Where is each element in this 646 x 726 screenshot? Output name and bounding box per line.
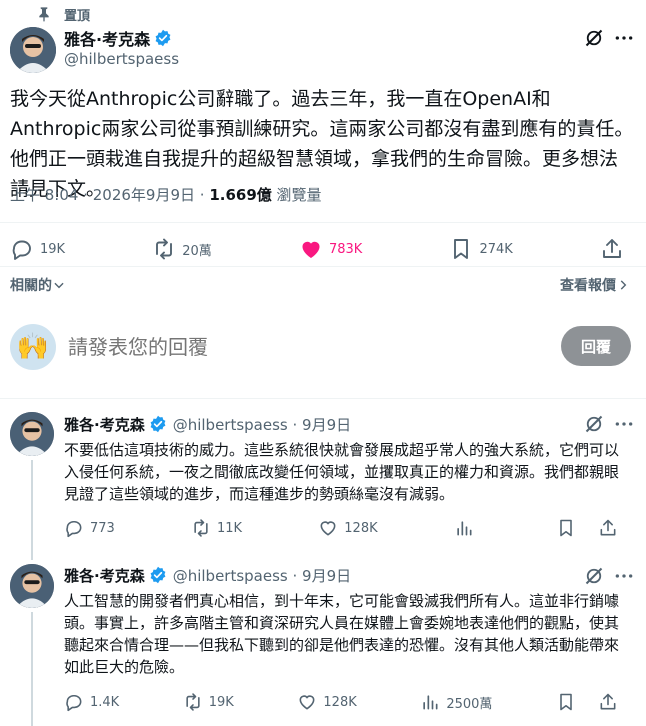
author-name[interactable]: 雅各·考克森 [64,27,172,49]
reply-count: 19K [40,241,66,257]
views-label: 瀏覽量 [271,186,322,204]
share-button[interactable] [598,692,624,712]
heart-icon [297,692,323,712]
avatar[interactable] [10,564,54,608]
views-button[interactable] [454,518,480,538]
quotes-label: 查看報價 [560,278,616,294]
reply-button[interactable]: 773 [64,518,115,538]
reply-icon [64,518,90,538]
grok-icon[interactable] [584,566,604,586]
reply-icon [64,692,90,712]
views-chart-icon [420,692,446,712]
reply-submit-button[interactable]: 回覆 [561,326,631,366]
bookmark-button[interactable] [556,518,582,538]
avatar[interactable] [10,412,54,456]
repost-button[interactable]: 19K [183,692,234,712]
reply-header: 雅各·考克森 @hilbertspaess · 9月9日 [64,565,351,585]
tweet-action-bar: 19K 20萬 783K 274K [10,236,630,262]
repost-count: 20萬 [182,243,212,259]
verified-badge-icon[interactable] [149,415,167,433]
views-button[interactable]: 2500萬 [420,692,492,712]
like-button[interactable]: 128K [318,518,378,538]
avatar[interactable] [10,27,56,73]
more-options-icon[interactable] [614,566,634,586]
author-handle[interactable]: @hilbertspaess [64,50,179,68]
related-dropdown[interactable]: 相關的 [10,275,66,295]
reply-icon [10,237,40,261]
bookmark-icon [556,518,582,538]
like-button[interactable]: 128K [297,692,357,712]
divider [0,398,646,399]
author-handle-date[interactable]: @hilbertspaess · 9月9日 [173,565,351,586]
tweet-timestamp[interactable]: 上午 8:04 · 2026年9月9日 · [10,186,209,204]
views-count: 2500萬 [446,696,493,712]
author-handle-date[interactable]: @hilbertspaess · 9月9日 [173,414,351,435]
share-icon [598,518,624,538]
reply-count: 773 [90,520,115,536]
share-button[interactable] [598,518,624,538]
pinned-indicator: 置頂 [36,4,90,24]
heart-filled-icon [299,237,329,261]
bookmark-icon [556,692,582,712]
bookmark-button[interactable]: 274K [449,237,513,261]
author-name-text[interactable]: 雅各·考克森 [64,26,150,50]
reply-input[interactable] [66,331,490,363]
views-count: 1.669億 [209,186,272,204]
repost-count: 19K [208,694,234,710]
author-name-text[interactable]: 雅各·考克森 [64,414,145,435]
more-options-icon[interactable] [614,414,634,434]
grok-icon[interactable] [584,28,604,48]
divider [0,266,646,267]
repost-button[interactable]: 20萬 [152,237,212,261]
thread-connector [31,460,33,560]
pinned-label: 置頂 [64,8,91,24]
reply-button[interactable]: 1.4K [64,692,119,712]
reply-count: 1.4K [90,694,120,710]
heart-icon [318,518,344,538]
like-count: 783K [328,241,363,257]
chevron-right-icon [616,278,630,292]
thread-connector [31,612,33,726]
current-user-avatar[interactable]: 🙌 [10,324,56,370]
repost-icon [152,237,182,261]
tweet-meta: 上午 8:04 · 2026年9月9日 · 1.669億 瀏覽量 [10,184,322,205]
share-icon [600,237,630,261]
bookmark-count: 274K [479,241,513,257]
views-chart-icon [454,518,480,538]
author-name-text[interactable]: 雅各·考克森 [64,565,145,586]
related-label: 相關的 [10,278,52,294]
like-count: 128K [344,520,378,536]
repost-button[interactable]: 11K [191,518,242,538]
pin-icon [36,6,52,22]
reply-action-bar: 1.4K 19K 128K 2500萬 [64,690,624,714]
reply-action-bar: 773 11K 128K [64,516,624,540]
raising-hands-icon: 🙌 [16,332,50,362]
repost-icon [191,518,217,538]
reply-secondary-actions [556,518,624,538]
reply-text: 人工智慧的開發者們真心相信，到十年末，它可能會毀滅我們所有人。這並非行銷噱頭。事… [64,592,620,676]
reply-button[interactable]: 19K [10,237,65,261]
repost-icon [183,692,209,712]
like-button[interactable]: 783K [299,237,362,261]
grok-icon[interactable] [584,414,604,434]
verified-badge-icon[interactable] [154,29,172,47]
bookmark-button[interactable] [556,692,582,712]
reply-text: 不要低估這項技術的威力。這些系統很快就會發展成超乎常人的強大系統，它們可以入侵任… [64,441,620,503]
bookmark-icon [449,237,479,261]
divider [0,222,646,223]
share-button[interactable] [600,237,630,261]
reply-secondary-actions [556,692,624,712]
reply-header: 雅各·考克森 @hilbertspaess · 9月9日 [64,414,351,434]
repost-count: 11K [217,520,243,536]
view-quotes-link[interactable]: 查看報價 [560,275,630,295]
share-icon [598,692,624,712]
more-options-icon[interactable] [614,28,634,48]
like-count: 128K [323,694,357,710]
chevron-down-icon [52,278,66,292]
verified-badge-icon[interactable] [149,566,167,584]
